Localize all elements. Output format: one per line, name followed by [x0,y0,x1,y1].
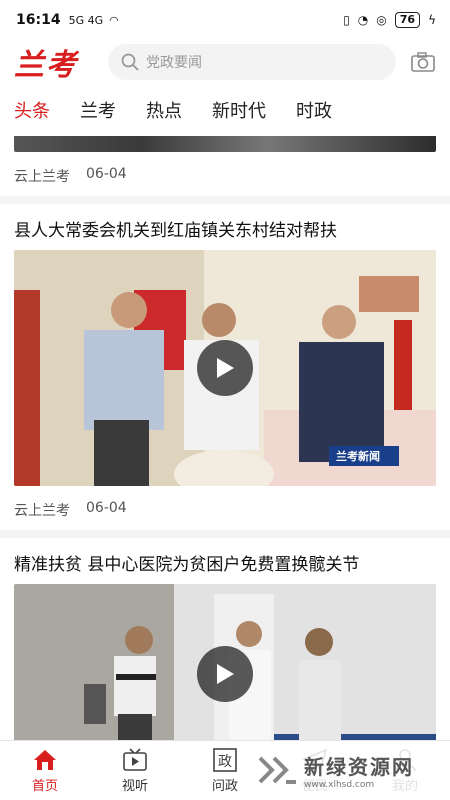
status-right: ▯ ◔ ◎ 76 ϟ [343,12,436,28]
nav-label: 视听 [121,779,148,794]
search-placeholder: 党政要闻 [146,55,202,71]
battery-level: 76 [394,12,421,28]
watermark-text: 新绿资源网 [304,754,414,779]
tab-hot[interactable]: 热点 [146,97,182,123]
news-title[interactable]: 县人大常委会机关到红庙镇关东村结对帮扶 [0,204,450,250]
wifi-icon: ◠ [109,13,119,27]
play-button[interactable] [197,340,253,396]
item-meta: 云上兰考 06-04 [0,486,450,530]
tab-headline[interactable]: 头条 [14,97,50,123]
nav-label: 问政 [211,779,238,794]
news-title[interactable]: 精准扶贫 县中心医院为贫困户免费置换髋关节 [0,538,450,584]
app-header: 兰考 党政要闻 [0,40,450,84]
status-time: 16:14 [16,12,61,28]
item-date: 06-04 [86,500,127,516]
feed-divider [0,196,450,204]
item-source: 云上兰考 [14,503,70,519]
play-icon [217,358,234,378]
camera-icon[interactable] [410,49,436,75]
watermark-url: www.xlhsd.com [304,779,375,790]
tv-icon [123,748,147,771]
tab-lankao[interactable]: 兰考 [80,97,116,123]
play-icon [217,664,234,684]
politics-icon: 政 [213,748,237,772]
nav-home[interactable]: 首页 [0,741,90,800]
video-thumbnail[interactable]: 兰考新闻 [14,250,436,486]
home-icon [34,750,56,770]
watermark-logo-icon [258,756,296,784]
search-bar[interactable]: 党政要闻 [108,44,396,80]
previous-video-thumbnail[interactable] [14,136,436,152]
signal-icons: 5G 4G ◠ [69,14,119,27]
category-tabs: 头条 兰考 热点 新时代 时政 [0,84,450,136]
item-meta: 云上兰考 06-04 [0,152,450,196]
app-logo: 兰考 [14,48,78,83]
item-date: 06-04 [86,166,127,182]
charging-icon: ϟ [428,13,436,27]
watermark: 新绿资源网 www.xlhsd.com [250,746,430,794]
feed-divider [0,530,450,538]
play-button[interactable] [197,646,253,702]
status-bar: 16:14 5G 4G ◠ ▯ ◔ ◎ 76 ϟ [0,0,450,40]
vibrate-icon: ▯ [343,13,350,27]
news-feed[interactable]: 云上兰考 06-04 县人大常委会机关到红庙镇关东村结对帮扶 兰考新闻 云上兰考… [0,136,450,740]
search-icon [121,53,139,71]
tab-new-era[interactable]: 新时代 [212,97,266,123]
nav-label: 首页 [31,779,58,794]
signal-text: 5G 4G [68,13,104,27]
tab-politics[interactable]: 时政 [296,97,332,123]
rotate-lock-icon: ◎ [376,13,387,27]
video-thumbnail[interactable] [14,584,436,740]
alarm-icon: ◔ [357,13,369,27]
svg-text:政: 政 [218,754,232,770]
nav-media[interactable]: 视听 [90,741,180,800]
video-overlay-logo: 兰考新闻 [336,450,380,463]
item-source: 云上兰考 [14,169,70,185]
